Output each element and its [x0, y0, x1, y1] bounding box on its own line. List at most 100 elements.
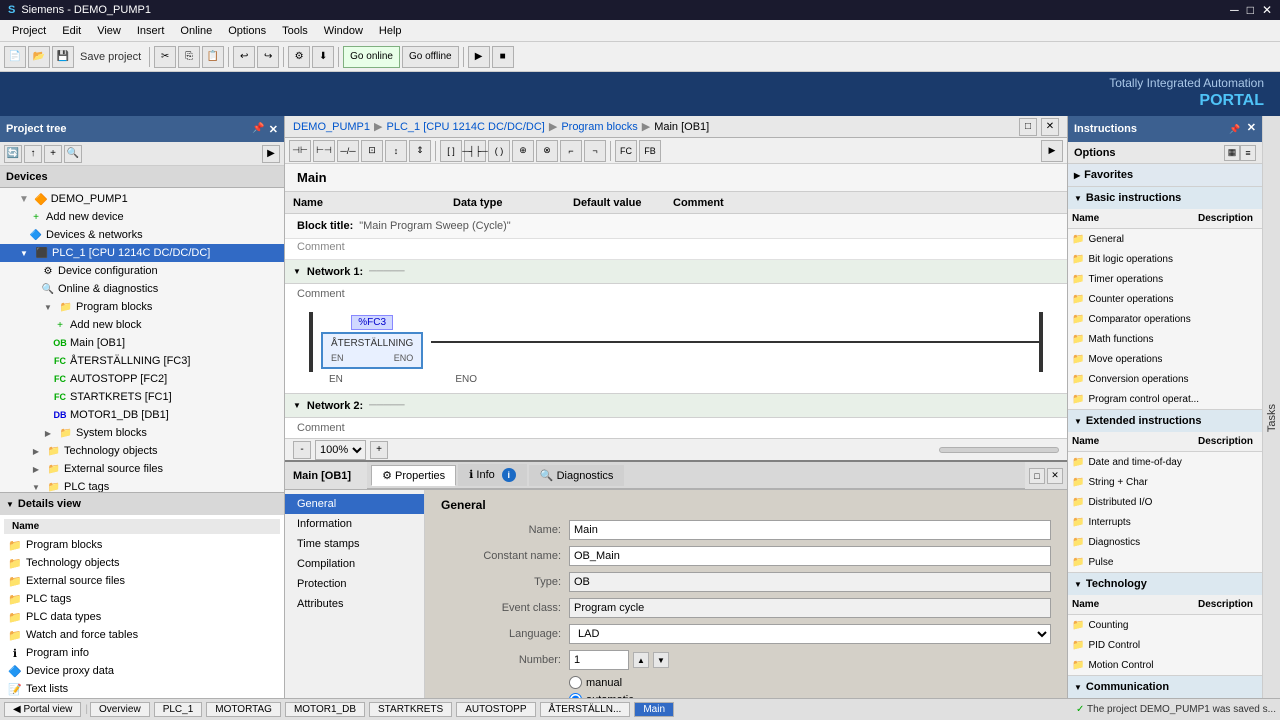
options-grid-btn[interactable]: ▦: [1224, 145, 1240, 161]
ed-tool-8[interactable]: ─┤├─: [464, 140, 486, 162]
breadcrumb-btn-close[interactable]: ✕: [1041, 118, 1059, 136]
details-item-ext-src[interactable]: 📁 External source files: [4, 572, 280, 590]
copy-btn[interactable]: ⎘: [178, 46, 200, 68]
menu-project[interactable]: Project: [4, 23, 54, 39]
tree-tool-2[interactable]: ↑: [24, 145, 42, 163]
statusbar-motor1db[interactable]: MOTOR1_DB: [285, 702, 365, 717]
inst-distrib-io[interactable]: 📁 Distributed I/O: [1068, 492, 1262, 512]
tree-db1[interactable]: DB MOTOR1_DB [DB1]: [0, 406, 284, 424]
ed-insert-fc[interactable]: FC: [615, 140, 637, 162]
zoom-select[interactable]: 100% 75% 50% 150% 200%: [315, 440, 366, 460]
inst-counting[interactable]: 📁 Counting: [1068, 615, 1262, 635]
ed-tool-1[interactable]: ⊣⊢: [289, 140, 311, 162]
tree-devices-networks[interactable]: 🔷 Devices & networks: [0, 226, 284, 244]
inst-datetime[interactable]: 📁 Date and time-of-day: [1068, 452, 1262, 472]
ed-tool-10[interactable]: ⊕: [512, 140, 534, 162]
tasks-tab[interactable]: Tasks: [1262, 116, 1280, 720]
details-item-tech-obj[interactable]: 📁 Technology objects: [4, 554, 280, 572]
details-item-prog-info[interactable]: ℹ Program info: [4, 644, 280, 662]
name-input[interactable]: [569, 520, 1051, 540]
inst-comparator[interactable]: 📁 Comparator operations: [1068, 309, 1262, 329]
tech-header[interactable]: Technology: [1068, 573, 1262, 595]
inst-bit-logic[interactable]: 📁 Bit logic operations: [1068, 249, 1262, 269]
details-item-plc-dt[interactable]: 📁 PLC data types: [4, 608, 280, 626]
save-btn[interactable]: 💾: [52, 46, 74, 68]
stop-sim-btn[interactable]: ■: [492, 46, 514, 68]
net2-expand[interactable]: [293, 401, 301, 410]
inst-diagnostics[interactable]: 📁 Diagnostics: [1068, 532, 1262, 552]
tree-tool-3[interactable]: +: [44, 145, 62, 163]
prop-sidebar-protection[interactable]: Protection: [285, 574, 424, 594]
net1-expand[interactable]: [293, 267, 301, 276]
tree-fc1[interactable]: FC STARTKRETS [FC1]: [0, 388, 284, 406]
tree-fc2[interactable]: FC AUTOSTOPP [FC2]: [0, 370, 284, 388]
number-input[interactable]: [569, 650, 629, 670]
menu-edit[interactable]: Edit: [54, 23, 89, 39]
prop-panel-close[interactable]: ✕: [1047, 468, 1063, 484]
tree-program-blocks[interactable]: ▼ 📁 Program blocks: [0, 298, 284, 316]
redo-btn[interactable]: ↪: [257, 46, 279, 68]
breadcrumb-3[interactable]: Program blocks: [561, 121, 637, 133]
inst-string-char[interactable]: 📁 String + Char: [1068, 472, 1262, 492]
cut-btn[interactable]: ✂: [154, 46, 176, 68]
details-item-watch[interactable]: 📁 Watch and force tables: [4, 626, 280, 644]
tree-plc1[interactable]: ▼ ⬛ PLC_1 [CPU 1214C DC/DC/DC]: [0, 244, 284, 262]
inst-counter[interactable]: 📁 Counter operations: [1068, 289, 1262, 309]
close-btn[interactable]: ✕: [1262, 3, 1272, 17]
statusbar-startkrets[interactable]: STARTKRETS: [369, 702, 452, 717]
zoom-in-btn[interactable]: +: [370, 441, 388, 459]
comm-header[interactable]: Communication: [1068, 676, 1262, 698]
ed-tool-9[interactable]: ( ): [488, 140, 510, 162]
favorites-header[interactable]: Favorites: [1068, 164, 1262, 186]
tree-fc3[interactable]: FC ÅTERSTÄLLNING [FC3]: [0, 352, 284, 370]
details-expand-icon[interactable]: [6, 498, 14, 510]
tree-device-config[interactable]: ⚙ Device configuration: [0, 262, 284, 280]
compile-btn[interactable]: ⚙: [288, 46, 310, 68]
inst-move[interactable]: 📁 Move operations: [1068, 349, 1262, 369]
ed-tool-4[interactable]: ⊡: [361, 140, 383, 162]
radio-manual[interactable]: [569, 676, 582, 689]
ed-tool-5[interactable]: ↕: [385, 140, 407, 162]
tree-search[interactable]: 🔍: [64, 145, 82, 163]
undo-btn[interactable]: ↩: [233, 46, 255, 68]
menu-window[interactable]: Window: [316, 23, 371, 39]
new-btn[interactable]: 📄: [4, 46, 26, 68]
menu-options[interactable]: Options: [220, 23, 274, 39]
inst-general[interactable]: 📁 General: [1068, 229, 1262, 249]
tree-online-diag[interactable]: 🔍 Online & diagnostics: [0, 280, 284, 298]
statusbar-autostopp[interactable]: AUTOSTOPP: [456, 702, 535, 717]
paste-btn[interactable]: 📋: [202, 46, 224, 68]
details-item-text-lists[interactable]: 📝 Text lists: [4, 680, 280, 698]
tree-pin-btn[interactable]: 📌: [252, 123, 264, 136]
menu-tools[interactable]: Tools: [274, 23, 316, 39]
tab-info[interactable]: ℹ Info i: [458, 464, 527, 486]
tree-system-blocks[interactable]: ▶ 📁 System blocks: [0, 424, 284, 442]
language-select[interactable]: LAD FBD STL SCL: [569, 624, 1051, 644]
ed-tool-11[interactable]: ⊗: [536, 140, 558, 162]
ext-inst-header[interactable]: Extended instructions: [1068, 410, 1262, 432]
inst-math[interactable]: 📁 Math functions: [1068, 329, 1262, 349]
inst-interrupts[interactable]: 📁 Interrupts: [1068, 512, 1262, 532]
start-sim-btn[interactable]: ▶: [468, 46, 490, 68]
ed-tool-3[interactable]: ─/─: [337, 140, 359, 162]
net1-fc3-block[interactable]: ÅTERSTÄLLNING EN ENO: [321, 332, 423, 369]
ed-insert-fb[interactable]: FB: [639, 140, 661, 162]
prop-sidebar-information[interactable]: Information: [285, 514, 424, 534]
download-btn[interactable]: ⬇: [312, 46, 334, 68]
const-name-input[interactable]: [569, 546, 1051, 566]
breadcrumb-1[interactable]: DEMO_PUMP1: [293, 121, 370, 133]
details-item-plc-tags[interactable]: 📁 PLC tags: [4, 590, 280, 608]
details-item-prog-blocks[interactable]: 📁 Program blocks: [4, 536, 280, 554]
breadcrumb-btn-expand[interactable]: □: [1019, 118, 1037, 136]
statusbar-overview[interactable]: Overview: [90, 702, 150, 717]
go-offline-btn[interactable]: Go offline: [402, 46, 459, 68]
tree-ext-sources[interactable]: ▶ 📁 External source files: [0, 460, 284, 478]
tab-properties[interactable]: ⚙ Properties: [371, 465, 456, 486]
tree-tech-objects[interactable]: ▶ 📁 Technology objects: [0, 442, 284, 460]
inst-timer[interactable]: 📁 Timer operations: [1068, 269, 1262, 289]
minimize-btn[interactable]: ─: [1230, 3, 1239, 17]
tree-plc-tags[interactable]: ▼ 📁 PLC tags: [0, 478, 284, 492]
statusbar-motortag[interactable]: MOTORTAG: [206, 702, 281, 717]
prop-sidebar-compilation[interactable]: Compilation: [285, 554, 424, 574]
inst-pid[interactable]: 📁 PID Control: [1068, 635, 1262, 655]
